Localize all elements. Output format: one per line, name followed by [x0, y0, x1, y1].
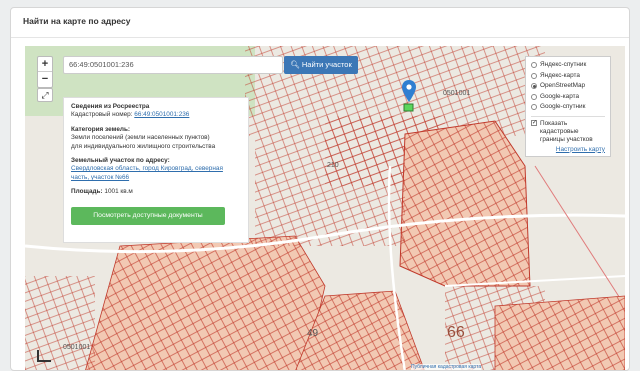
layer-option-yandex-map[interactable]: Яндекс-карта [531, 71, 605, 82]
block-label-top: 0501001 [443, 90, 471, 97]
address-link[interactable]: Свердловская область, город Кировград, с… [71, 165, 241, 182]
layer-option-google-map[interactable]: Google-карта [531, 92, 605, 103]
fullscreen-button[interactable]: ⤢ [37, 88, 53, 102]
parcel-number-210: 210 [327, 162, 339, 169]
show-borders-toggle[interactable]: ✓ Показать кадастровые границы участков [531, 119, 605, 144]
category-value: Земли поселений (земли населенных пункто… [71, 134, 210, 142]
district-number-66: 66 [447, 324, 465, 341]
area-value: 1001 кв.м [104, 188, 133, 196]
block-label-bottom: 0501001 [63, 344, 91, 351]
radio-selected-icon [531, 83, 537, 90]
map-card: Найти на карте по адресу 0501001 210 050… [10, 7, 630, 371]
cadastral-search-input[interactable]: 66:49:0501001:236 [63, 56, 283, 74]
find-parcel-label: Найти участок [301, 60, 352, 69]
radio-icon [531, 62, 537, 69]
district-number-49: 49 [307, 328, 319, 339]
radio-icon [531, 72, 537, 79]
find-parcel-button[interactable]: 🔍︎ Найти участок [284, 56, 358, 74]
view-documents-button[interactable]: Посмотреть доступные документы [71, 206, 225, 225]
radio-icon [531, 93, 537, 100]
layer-label: Google-карта [540, 92, 580, 100]
layer-label: Google-спутник [540, 103, 586, 110]
search-icon: 🔍︎ [290, 60, 300, 69]
cadastral-map[interactable]: 0501001 210 0501001 66 49 + − ⤢ 66:49:05… [25, 46, 625, 370]
category-label: Категория земель: [71, 125, 130, 133]
select-area-icon[interactable] [37, 350, 51, 362]
checkbox-checked-icon: ✓ [531, 119, 538, 126]
show-borders-label: Показать кадастровые границы участков [540, 119, 593, 143]
area-label: Площадь: [71, 188, 103, 196]
usage-value: для индивидуального жилищного строительс… [71, 142, 216, 150]
map-marker-icon[interactable] [402, 80, 416, 102]
layer-label: Яндекс-карта [540, 71, 580, 79]
layer-option-yandex-satellite[interactable]: Яндекс-спутник [531, 60, 605, 71]
layer-label: OpenStreetMap [540, 82, 586, 89]
layer-option-google-satellite[interactable]: Google-спутник [531, 102, 605, 113]
zoom-out-button[interactable]: − [38, 72, 52, 87]
card-title: Найти на карте по адресу [11, 8, 629, 38]
zoom-control: + − [37, 56, 53, 88]
map-attribution[interactable]: Публичная кадастровая карта [411, 364, 482, 370]
cadastral-number-link[interactable]: 66:49:0501001:236 [134, 111, 189, 118]
zoom-in-button[interactable]: + [38, 57, 52, 72]
layer-switcher: Яндекс-спутник Яндекс-карта OpenStreetMa… [525, 56, 611, 157]
radio-icon [531, 104, 537, 111]
layer-option-osm[interactable]: OpenStreetMap [531, 81, 605, 92]
setup-map-link[interactable]: Настроить карту [531, 146, 605, 153]
cadastral-number-label: Кадастровый номер: [71, 111, 133, 119]
parcel-info-panel: Сведения из Росреестра Кадастровый номер… [63, 97, 249, 243]
layer-divider [531, 115, 605, 117]
layer-label: Яндекс-спутник [540, 61, 587, 68]
